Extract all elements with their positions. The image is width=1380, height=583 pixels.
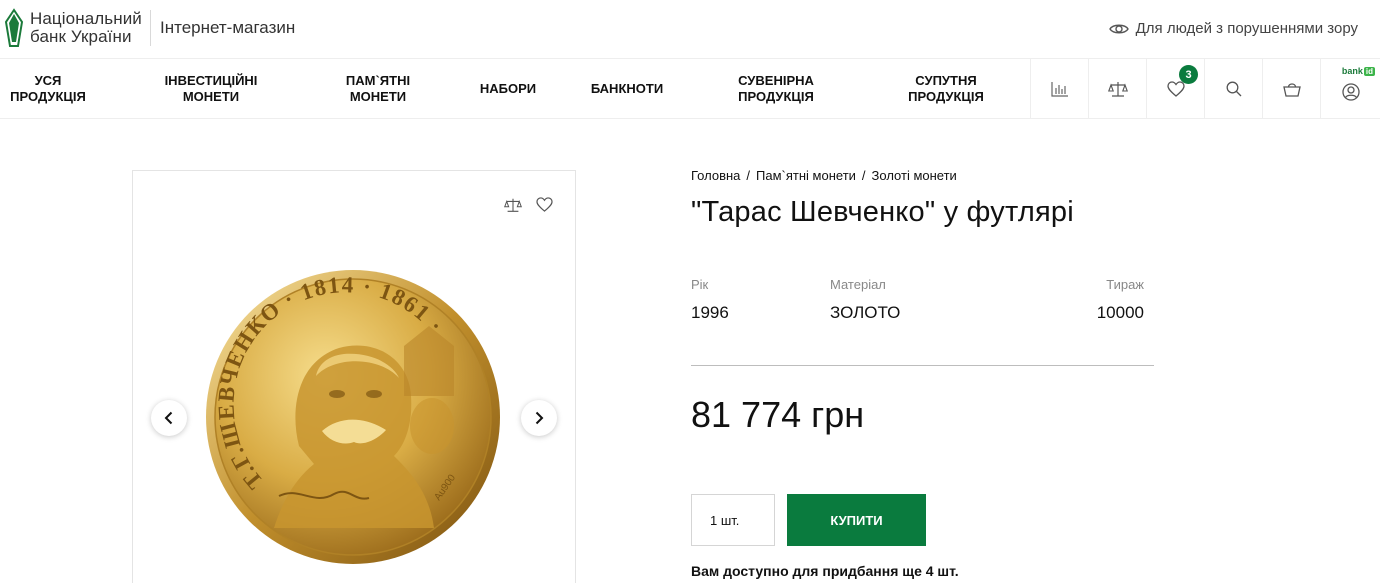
wishlist-button[interactable]: 3 <box>1146 59 1204 119</box>
logo-divider <box>150 10 151 46</box>
product-title: "Тарас Шевченко" у футлярі <box>691 196 1074 228</box>
heart-icon[interactable] <box>536 197 553 212</box>
breadcrumb-home[interactable]: Головна <box>691 168 740 183</box>
coin-image: Т.Г.ШЕВЧЕНКО · 1814 · 1861 · Au900 <box>206 270 500 564</box>
compare-icon <box>1107 82 1128 97</box>
stats-button[interactable] <box>1030 59 1088 119</box>
user-icon <box>1341 83 1360 101</box>
accessibility-link[interactable]: Для людей з порушеннями зору <box>1108 20 1358 37</box>
bankid-box: id <box>1363 66 1375 76</box>
gallery-next-button[interactable] <box>521 400 557 436</box>
main-nav: УСЯ ПРОДУКЦІЯ ІНВЕСТИЦІЙНІ МОНЕТИ ПАМ`ЯТ… <box>0 58 1380 119</box>
cart-button[interactable] <box>1262 59 1320 119</box>
spec-material-label: Матеріал <box>830 277 886 292</box>
spec-year-label: Рік <box>691 277 709 292</box>
top-bar: Національний банк України Інтернет-магаз… <box>0 0 1380 58</box>
breadcrumb-gold-coins[interactable]: Золоті монети <box>872 168 957 183</box>
breadcrumb-separator: / <box>746 168 751 183</box>
nav-all-products[interactable]: УСЯ ПРОДУКЦІЯ <box>0 59 96 119</box>
breadcrumb-commemorative-coins[interactable]: Пам`ятні монети <box>756 168 856 183</box>
gallery-tools <box>504 197 553 213</box>
nav-souvenirs[interactable]: СУВЕНІРНА ПРОДУКЦІЯ <box>720 59 832 119</box>
specs-divider <box>691 365 1154 366</box>
eye-icon <box>1108 24 1129 33</box>
nbu-logo[interactable]: Національний банк України <box>4 8 142 48</box>
spec-mintage-value: 10000 <box>1096 303 1144 322</box>
availability-note: Вам доступно для придбання ще 4 шт. <box>691 563 959 579</box>
wishlist-count-badge: 3 <box>1179 65 1198 84</box>
shop-title: Інтернет-магазин <box>160 18 296 37</box>
logo-text: Національний банк України <box>30 10 142 46</box>
spec-mintage-label: Тираж <box>1106 277 1144 292</box>
chevron-right-icon <box>535 411 544 425</box>
compare-icon[interactable] <box>504 197 522 213</box>
search-button[interactable] <box>1204 59 1262 119</box>
nav-commemorative-coins[interactable]: ПАМ`ЯТНІ МОНЕТИ <box>330 59 426 119</box>
buy-button[interactable]: КУПИТИ <box>787 494 926 546</box>
nav-banknotes[interactable]: БАНКНОТИ <box>582 59 672 119</box>
spec-mintage: Тираж 10000 <box>1097 277 1144 323</box>
nbu-logo-icon <box>4 8 24 47</box>
chevron-left-icon <box>164 411 173 425</box>
nav-investment-coins[interactable]: ІНВЕСТИЦІЙНІ МОНЕТИ <box>152 59 270 119</box>
logo-line-2: банк України <box>30 27 132 46</box>
gallery-prev-button[interactable] <box>151 400 187 436</box>
spec-material: Матеріал ЗОЛОТО <box>830 277 900 323</box>
logo-line-1: Національний <box>30 9 142 28</box>
cart-icon <box>1282 83 1301 97</box>
product-gallery: Т.Г.ШЕВЧЕНКО · 1814 · 1861 · Au900 <box>132 170 576 583</box>
nav-sets[interactable]: НАБОРИ <box>470 59 546 119</box>
quantity-field[interactable]: 1 шт. <box>691 494 775 546</box>
bankid-logo: bank id <box>1342 66 1375 76</box>
spec-material-value: ЗОЛОТО <box>830 303 901 322</box>
account-button[interactable]: bank id <box>1320 59 1380 119</box>
heart-icon <box>1166 81 1185 97</box>
breadcrumb: Головна / Пам`ятні монети / Золоті монет… <box>691 168 957 183</box>
spec-year: Рік 1996 <box>691 277 729 323</box>
search-icon <box>1226 81 1241 97</box>
nav-related-products[interactable]: СУПУТНЯ ПРОДУКЦІЯ <box>890 59 1002 119</box>
spec-year-value: 1996 <box>691 303 729 322</box>
compare-button[interactable] <box>1088 59 1146 119</box>
accessibility-label: Для людей з порушеннями зору <box>1135 20 1358 37</box>
chart-icon <box>1050 82 1068 97</box>
bankid-text: bank <box>1341 66 1363 76</box>
product-price: 81 774 грн <box>691 394 865 435</box>
breadcrumb-separator: / <box>861 168 866 183</box>
